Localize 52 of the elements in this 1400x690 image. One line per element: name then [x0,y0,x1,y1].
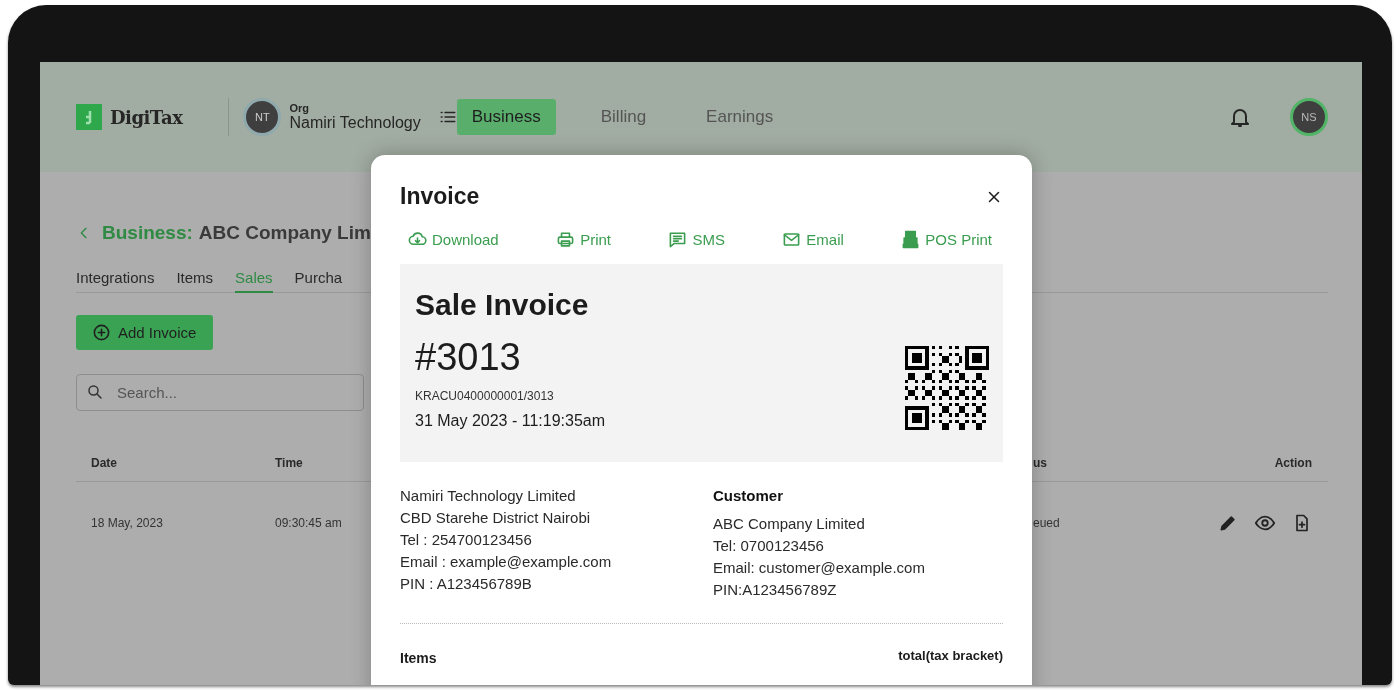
org-name: Namiri Technology [289,114,421,132]
table-cell: 18 May, 2023 [91,516,163,530]
org-avatar[interactable]: NT [243,98,282,136]
customer-heading: Customer [713,486,784,506]
logo-text: DigiTax [110,106,183,128]
tab[interactable]: Items [176,269,214,293]
add-invoice-button[interactable]: Add Invoice [76,315,214,350]
pencil-icon[interactable] [1218,513,1238,533]
pos-action[interactable]: POS Print [901,230,992,249]
nav-tab[interactable]: Billing [585,99,662,135]
seller-detail: PIN : A123456789B [400,574,533,594]
table-cell: 09:30:45 am [275,516,342,530]
seller-detail: Email : example@example.com [400,552,613,572]
invoice-code: KRACU0400000001/3013 [415,389,555,403]
email-action[interactable]: Email [782,230,844,249]
tab[interactable]: Sales [235,269,273,293]
customer-detail: Tel: 0700123456 [713,536,825,556]
print-icon [556,230,576,249]
print-action[interactable]: Print [556,230,611,249]
customer-detail: Email: customer@example.com [713,558,926,578]
seller-detail: CBD Starehe District Nairobi [400,508,592,528]
org-label: Org [289,102,310,114]
logo-icon [76,104,102,130]
nav-tab[interactable]: Business [456,99,556,135]
modal-title: Invoice [400,183,480,210]
invoice-datetime: 31 May 2023 - 11:19:35am [415,412,606,430]
search-field[interactable]: Search... [76,374,364,411]
table-cell: eued [1033,516,1060,530]
email-icon [782,230,802,249]
total-heading: total(tax bracket) [898,648,1003,663]
items-heading: Items [400,650,437,666]
customer-detail: PIN:A123456789Z [713,580,838,600]
customer-detail: ABC Company Limited [713,514,866,534]
plus-circle-icon [92,323,111,342]
user-avatar[interactable]: NS [1290,98,1328,136]
invoice-heading: Sale Invoice [415,288,590,322]
seller-detail: Namiri Technology Limited [400,486,577,506]
tab[interactable]: Integrations [76,269,155,293]
nav-tab[interactable]: Earnings [691,99,789,135]
column-header: Time [275,456,304,470]
seller-detail: Tel : 254700123456 [400,530,533,550]
download-action[interactable]: Download [408,230,499,249]
message-icon [668,230,688,249]
tab[interactable]: Purcha [294,269,343,293]
breadcrumb-title: ABC Company Lim [198,222,371,244]
invoice-number: #3013 [415,336,522,379]
column-header: Action [1274,456,1312,470]
breadcrumb-section[interactable]: Business: [102,222,193,244]
sms-action[interactable]: SMS [668,230,725,249]
column-header: us [1033,456,1048,470]
search-icon [86,383,104,401]
column-header: Date [91,456,118,470]
